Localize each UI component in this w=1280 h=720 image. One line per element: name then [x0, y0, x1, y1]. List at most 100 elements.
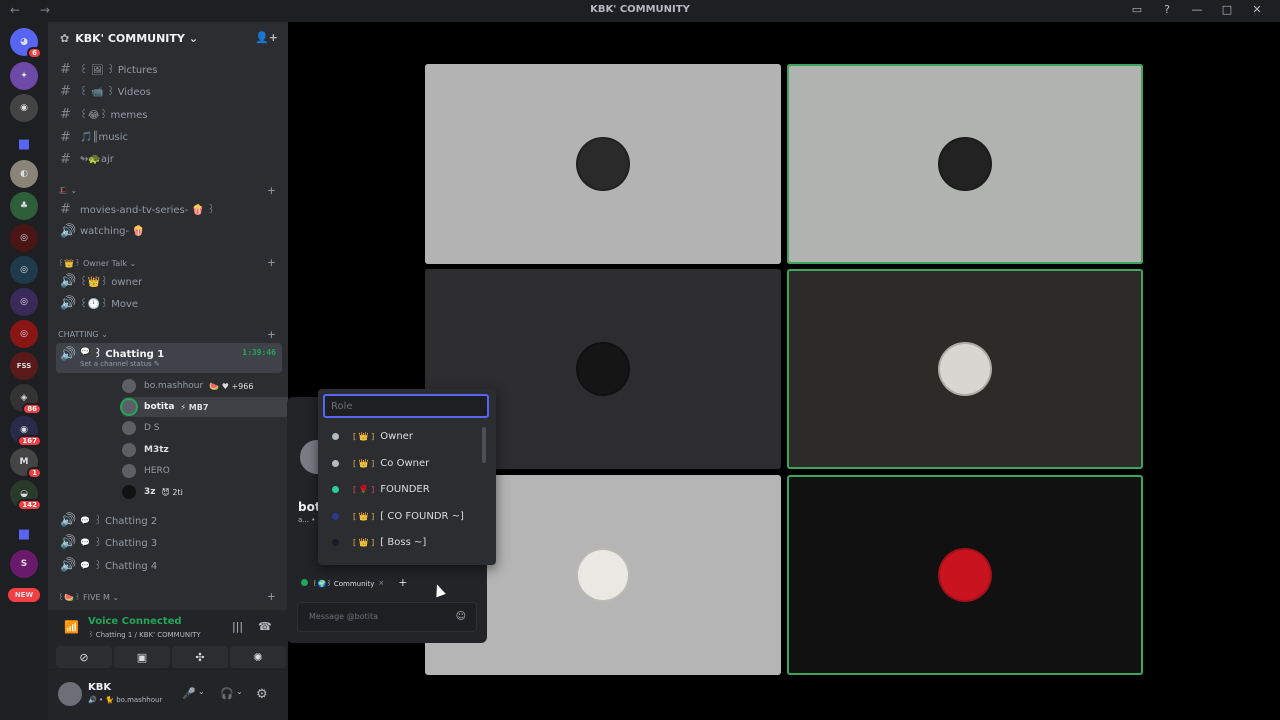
inbox-icon[interactable]: ▭: [1122, 3, 1152, 16]
server-icon[interactable]: ◎: [10, 320, 38, 348]
channel-watching[interactable]: 🔊 watching- 🍿: [56, 221, 282, 241]
add-role-icon[interactable]: +: [398, 576, 407, 589]
message-input[interactable]: Message @botita ☺: [297, 602, 477, 632]
chevron-down-icon[interactable]: ⌄: [236, 687, 243, 696]
emoji-icon[interactable]: ☺: [456, 611, 466, 622]
server-icon[interactable]: ♣: [10, 192, 38, 220]
category-unnamed[interactable]: 🎩 ⌄ +: [58, 182, 284, 198]
channel-label: watching- 🍿: [80, 225, 145, 237]
minimize-icon[interactable]: —: [1182, 3, 1212, 16]
speaker-locked-icon: 🔊: [60, 273, 77, 289]
folder-icon[interactable]: ■: [10, 130, 38, 158]
add-channel-icon[interactable]: +: [267, 256, 276, 269]
user-name[interactable]: KBK: [88, 682, 111, 693]
user-status: 🔊 • 🐈 bo.mashhour: [88, 696, 163, 704]
noise-suppression-icon[interactable]: |||: [232, 620, 243, 633]
voice-status[interactable]: Voice Connected: [88, 616, 182, 627]
settings-gear-icon[interactable]: ⚙: [256, 687, 268, 702]
new-badge[interactable]: NEW: [8, 588, 40, 602]
server-icon[interactable]: ◉: [10, 94, 38, 122]
chat-bubble-icon: 💬: [80, 537, 90, 547]
guild-header[interactable]: ✿ KBK' COMMUNITY ⌄ 👤+: [48, 22, 288, 54]
role-option-founder[interactable]: [ 🌹 ] FOUNDER: [318, 476, 478, 502]
server-badge: 142: [17, 499, 42, 511]
hash-icon: #: [60, 61, 71, 77]
add-channel-icon[interactable]: +: [267, 590, 276, 603]
maximize-icon[interactable]: □: [1212, 3, 1242, 16]
video-tile[interactable]: [787, 269, 1143, 469]
channel-move[interactable]: 🔊 ꒰🕛꒱ Move: [56, 293, 282, 313]
channel-videos[interactable]: # ꒰ 📹 ꒱ Videos: [56, 81, 282, 101]
server-icon[interactable]: ◎: [10, 256, 38, 284]
voice-user-name: 3z: [144, 487, 156, 497]
camera-off-button[interactable]: ⊘: [56, 646, 112, 668]
dropdown-scrollbar[interactable]: [482, 427, 486, 463]
video-tile[interactable]: [425, 64, 781, 264]
title-bar: ← → KBK' COMMUNITY ▭ ? — □ ✕: [0, 0, 1280, 22]
server-icon[interactable]: ◈ 86: [10, 384, 42, 415]
add-channel-icon[interactable]: +: [267, 184, 276, 197]
screen-share-button[interactable]: ▣: [114, 646, 170, 668]
channel-chatting-3[interactable]: 🔊 💬 ꒱ Chatting 3: [56, 532, 282, 552]
role-option-co-founder[interactable]: [ 👑 ] [ CO FOUNDR ~]: [318, 503, 478, 529]
voice-location[interactable]: ꒱ Chatting 1 / KBK' COMMUNITY: [88, 629, 201, 639]
server-icon[interactable]: M1: [10, 448, 42, 479]
channel-music[interactable]: # 🎵║music: [56, 127, 282, 147]
channel-status-prompt[interactable]: Set a channel status ✎: [80, 360, 160, 368]
channel-memes[interactable]: # ꒰😂꒱ memes: [56, 104, 282, 124]
close-icon[interactable]: ✕: [1242, 3, 1272, 16]
channel-movies[interactable]: # movies-and-tv-series- 🍿 ꒱: [56, 199, 282, 219]
category-label: CHATTING ⌄: [58, 329, 108, 339]
invite-icon[interactable]: 👤+: [255, 31, 278, 44]
role-picker-dropdown: [ 👑 ] Owner [ 👑 ] Co Owner [ 🌹 ] FOUNDER [ …: [318, 389, 496, 565]
fss-server-icon[interactable]: FSS: [10, 352, 38, 380]
channel-chatting-4[interactable]: 🔊 💬 ꒱ Chatting 4: [56, 555, 282, 575]
role-option-boss[interactable]: [ 👑 ] [ Boss ~]: [318, 529, 478, 555]
video-tile[interactable]: [787, 475, 1143, 675]
role-option-co-owner[interactable]: [ 👑 ] Co Owner: [318, 450, 478, 476]
folder-icon[interactable]: ■: [10, 520, 38, 548]
avatar: [122, 400, 136, 414]
signal-icon[interactable]: 📶: [64, 620, 79, 634]
role-color-dot: [332, 538, 339, 546]
role-tag-row: ꒰🌍꒱ Community × +: [301, 576, 408, 589]
headphones-icon[interactable]: 🎧: [220, 687, 234, 700]
add-channel-icon[interactable]: +: [267, 328, 276, 341]
avatar[interactable]: [58, 682, 82, 706]
role-option-owner[interactable]: [ 👑 ] Owner: [318, 423, 478, 449]
channel-pictures[interactable]: # ꒰ 🖼 ꒱ Pictures: [56, 59, 282, 79]
disconnect-icon[interactable]: ☎: [258, 620, 272, 633]
video-tile[interactable]: [787, 64, 1143, 264]
voice-user-tag: ⚡ MB7: [180, 402, 209, 412]
crown-icon: [ 👑 ]: [353, 537, 375, 547]
chat-bubble-icon: 💬: [80, 515, 90, 525]
category-five-m[interactable]: ꒰🍉꒱ FIVE M ⌄ +: [58, 588, 284, 604]
category-owner-talk[interactable]: ꒰👑꒱ Owner Talk ⌄ +: [58, 254, 284, 270]
server-icon[interactable]: S: [10, 550, 38, 578]
category-chatting[interactable]: CHATTING ⌄ +: [58, 326, 284, 342]
channel-owner[interactable]: 🔊 ꒰👑꒱ owner: [56, 271, 282, 291]
server-icon[interactable]: ◉ 167: [10, 416, 42, 447]
server-icon[interactable]: ✦: [10, 62, 38, 90]
role-search-input[interactable]: [323, 394, 489, 418]
server-icon[interactable]: ◒ 142: [10, 480, 42, 511]
user-panel: KBK 🔊 • 🐈 bo.mashhour 🎤 ⌄ 🎧 ⌄ ⚙: [48, 670, 288, 720]
chevron-down-icon[interactable]: ⌄: [198, 687, 205, 696]
channel-ajr[interactable]: # ↬🐢ajr: [56, 149, 282, 169]
microphone-icon[interactable]: 🎤: [182, 687, 196, 700]
remove-role-icon[interactable]: ×: [378, 579, 384, 587]
channel-chatting-2[interactable]: 🔊 💬 ꒱ Chatting 2: [56, 510, 282, 530]
chat-bubble-icon: 💬: [80, 347, 90, 356]
server-icon[interactable]: ◐: [10, 160, 38, 188]
role-option-label: [ Boss ~]: [380, 536, 427, 548]
help-icon[interactable]: ?: [1152, 3, 1182, 16]
channel-chatting-1[interactable]: 🔊 💬 ꒱ Chatting 1 1:39:46 Set a channel s…: [56, 343, 282, 373]
screen-share-icon: ▣: [136, 650, 148, 664]
server-icon[interactable]: ◎: [10, 224, 38, 252]
avatar: [122, 485, 136, 499]
activities-button[interactable]: ✣: [172, 646, 228, 668]
soundboard-button[interactable]: ✺: [230, 646, 286, 668]
server-icon[interactable]: ◎: [10, 288, 38, 316]
discord-home-icon[interactable]: ◕ 6: [10, 28, 42, 59]
channel-label: ꒱ Chatting 2: [93, 515, 158, 527]
